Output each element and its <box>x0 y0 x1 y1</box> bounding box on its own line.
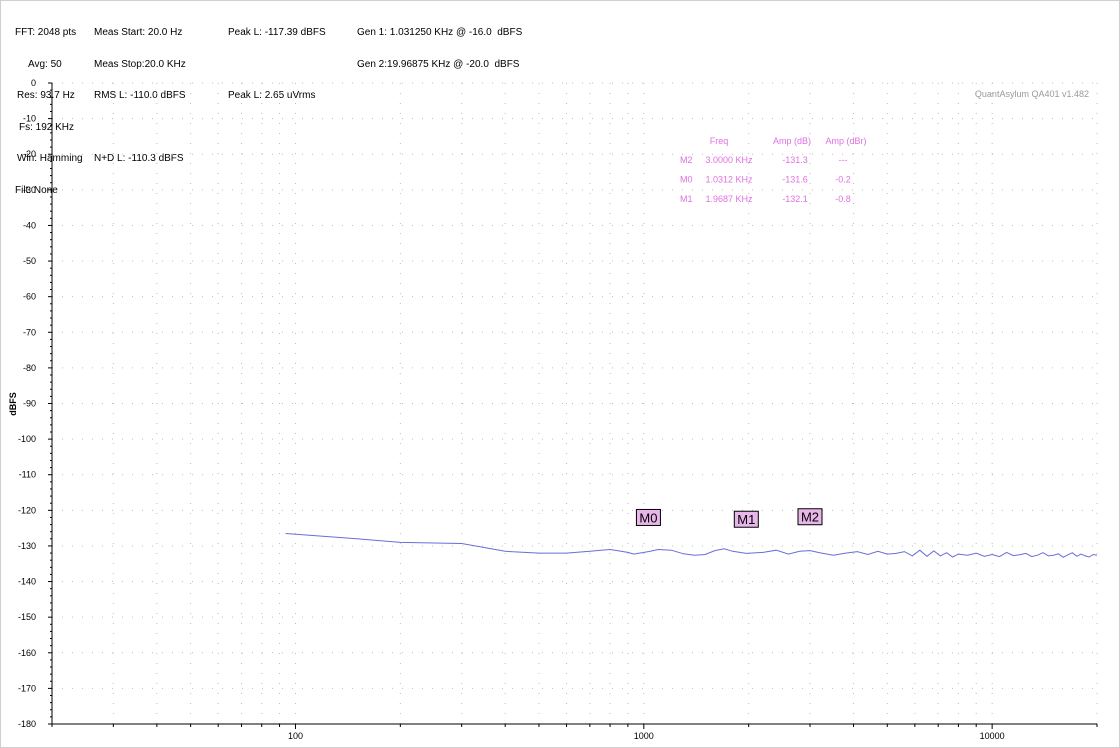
series-group <box>285 533 1098 558</box>
marker-row-amp-db: -131.3 <box>782 155 808 165</box>
marker-row-amp-db: -132.1 <box>782 194 808 204</box>
marker-row-amp-db: -131.6 <box>782 175 808 185</box>
y-tick-label: -180 <box>18 719 36 729</box>
marker-group[interactable]: M0 M1 M2 <box>635 508 823 528</box>
y-axis: 0 -10 -20 -30 -40 -50 -60 -70 -80 -90 -100 -110 -120… <box>18 78 53 729</box>
y-tick-label: -100 <box>18 434 36 444</box>
y-tick-label: -170 <box>18 683 36 693</box>
y-tick-label: -110 <box>19 470 36 480</box>
marker-row-freq: 3.0000 KHz <box>705 155 753 165</box>
y-axis-label: dBFS <box>8 392 18 416</box>
x-tick-label: 10000 <box>980 731 1005 741</box>
y-tick-label: -120 <box>18 505 36 515</box>
marker-row-freq: 1.9687 KHz <box>705 194 753 204</box>
y-tick-label: -160 <box>18 648 36 658</box>
marker-row-id: M2 <box>680 155 693 165</box>
marker-table-header: Amp (dBr) <box>825 136 866 146</box>
y-tick-label: -70 <box>23 327 36 337</box>
y-tick-label: -20 <box>23 149 36 159</box>
marker-label[interactable]: M2 <box>801 510 819 525</box>
y-tick-label: -30 <box>23 185 36 195</box>
y-tick-label: 0 <box>31 78 36 88</box>
marker-row-id: M0 <box>680 175 693 185</box>
y-tick-label: -10 <box>23 114 36 124</box>
y-tick-label: -150 <box>18 612 36 622</box>
marker-m0[interactable]: M0 <box>635 508 661 526</box>
marker-row-amp-dbr: -0.8 <box>835 194 851 204</box>
marker-table-header: Amp (dB) <box>773 136 811 146</box>
y-tick-label: -90 <box>23 399 36 409</box>
x-tick-label: 1000 <box>634 731 654 741</box>
spectrum-chart: 0 -10 -20 -30 -40 -50 -60 -70 -80 -90 -100 -110 -120… <box>8 78 1098 741</box>
x-axis: 100 1000 10000 <box>51 723 1098 741</box>
marker-row-id: M1 <box>680 194 693 204</box>
y-tick-label: -140 <box>18 577 36 587</box>
marker-table: Freq Amp (dB) Amp (dBr) M2 3.0000 KHz -131.3 -… <box>680 136 867 204</box>
marker-m1[interactable]: M1 <box>733 510 759 528</box>
y-tick-label: -80 <box>23 363 36 373</box>
marker-row-amp-dbr: -0.2 <box>835 175 851 185</box>
y-tick-label: -130 <box>18 541 36 551</box>
marker-m2[interactable]: M2 <box>797 508 823 526</box>
marker-label[interactable]: M0 <box>639 510 657 525</box>
grid <box>51 82 1098 725</box>
marker-table-header: Freq <box>710 136 729 146</box>
spectrum-series-line <box>285 533 1098 558</box>
marker-row-amp-dbr: --- <box>839 155 848 165</box>
marker-label[interactable]: M1 <box>737 512 755 527</box>
y-tick-label: -50 <box>23 256 36 266</box>
watermark: QuantAsylum QA401 v1.482 <box>975 89 1089 99</box>
y-tick-label: -60 <box>23 292 36 302</box>
x-tick-label: 100 <box>288 731 303 741</box>
y-tick-label: -40 <box>23 220 36 230</box>
marker-row-freq: 1.0312 KHz <box>705 175 753 185</box>
